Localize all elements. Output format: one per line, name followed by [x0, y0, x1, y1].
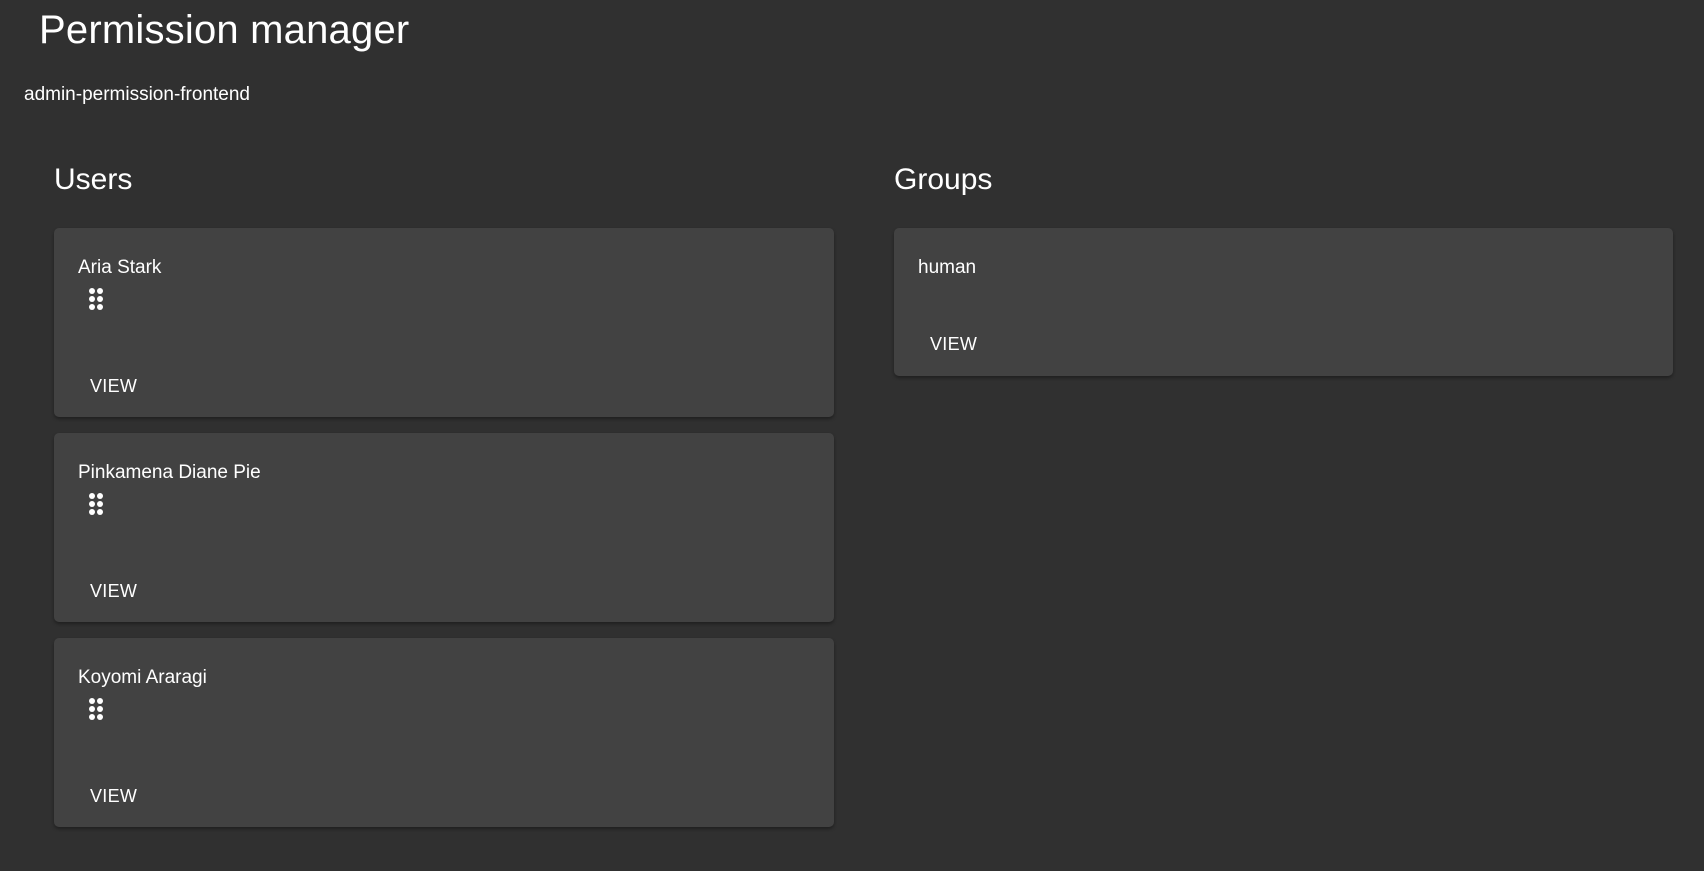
user-card: Aria Stark VIEW — [54, 228, 834, 417]
user-name: Koyomi Araragi — [78, 667, 207, 688]
page-title: Permission manager — [39, 8, 410, 52]
user-card: Pinkamena Diane Pie VIEW — [54, 433, 834, 622]
user-name: Aria Stark — [78, 257, 162, 278]
user-name: Pinkamena Diane Pie — [78, 462, 261, 483]
view-group-button[interactable]: VIEW — [918, 328, 989, 361]
view-user-button[interactable]: VIEW — [78, 575, 149, 608]
users-heading: Users — [54, 163, 133, 196]
groups-heading: Groups — [894, 163, 993, 196]
group-name: human — [918, 257, 977, 278]
user-card: Koyomi Araragi VIEW — [54, 638, 834, 827]
app-subtitle: admin-permission-frontend — [24, 84, 250, 105]
view-user-button[interactable]: VIEW — [78, 370, 149, 403]
view-user-button[interactable]: VIEW — [78, 780, 149, 813]
drag-handle-icon — [89, 493, 103, 515]
drag-handle-icon — [89, 698, 103, 720]
group-card: human VIEW — [894, 228, 1673, 376]
drag-handle-icon — [89, 288, 103, 310]
